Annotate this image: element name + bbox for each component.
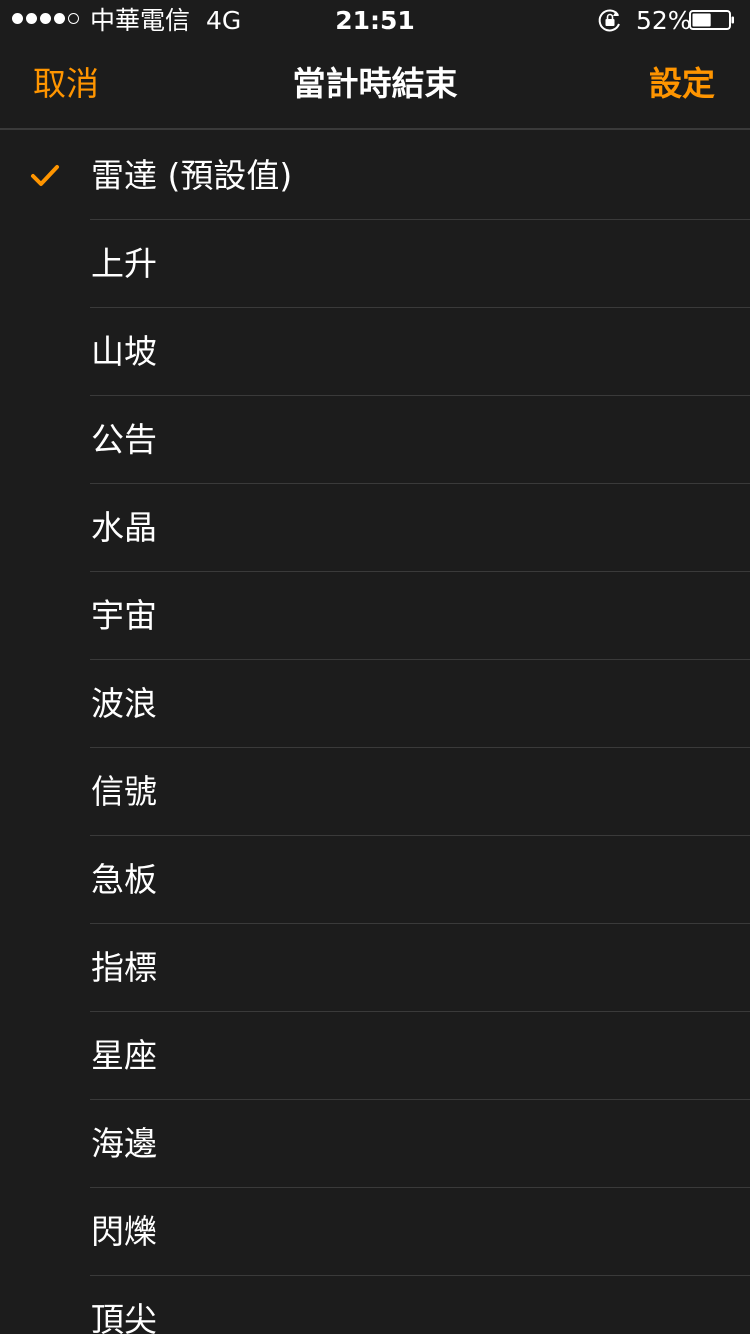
sound-option-hillside[interactable]: 山坡 <box>0 308 750 396</box>
sound-option-radar[interactable]: 雷達 (預設值) <box>0 132 750 220</box>
sound-option-rise[interactable]: 上升 <box>0 220 750 308</box>
status-bar: 中華電信 4G 21:51 52% <box>0 0 750 40</box>
navigation-bar: 取消 當計時結束 設定 <box>0 40 750 130</box>
checkmark-icon <box>31 165 59 186</box>
sound-option-signal[interactable]: 信號 <box>0 748 750 836</box>
sound-option-label: 水晶 <box>91 508 157 547</box>
sound-option-label: 閃爍 <box>91 1212 157 1251</box>
sound-list: 雷達 (預設值) 上升 山坡 公告 水晶 宇宙 波浪 信號 急板 指標 星座 海… <box>0 132 750 1334</box>
sound-option-label: 頂尖 <box>91 1300 157 1334</box>
set-button[interactable]: 設定 <box>649 62 715 106</box>
sound-option-label: 信號 <box>91 772 157 811</box>
sound-option-label: 星座 <box>91 1036 157 1075</box>
sound-option-beacon[interactable]: 指標 <box>0 924 750 1012</box>
sound-option-label: 公告 <box>91 420 157 459</box>
battery-icon <box>689 10 734 30</box>
sound-option-presto[interactable]: 急板 <box>0 836 750 924</box>
sound-option-by-the-sea[interactable]: 海邊 <box>0 1100 750 1188</box>
sound-option-label: 海邊 <box>91 1124 157 1163</box>
sound-option-label: 宇宙 <box>91 596 157 635</box>
sound-option-label: 波浪 <box>91 684 157 723</box>
sound-option-label: 指標 <box>91 948 157 987</box>
sound-option-summit[interactable]: 頂尖 <box>0 1276 750 1334</box>
sound-option-label: 上升 <box>91 244 157 283</box>
sound-option-label: 山坡 <box>91 332 157 371</box>
sound-option-label: 雷達 (預設值) <box>91 156 293 195</box>
battery-percent: 52% <box>636 6 692 35</box>
sound-option-cosmic[interactable]: 宇宙 <box>0 572 750 660</box>
sound-option-label: 急板 <box>91 860 157 899</box>
rotation-lock-icon <box>598 9 620 32</box>
sound-option-announcement[interactable]: 公告 <box>0 396 750 484</box>
sound-option-crystal[interactable]: 水晶 <box>0 484 750 572</box>
page-title: 當計時結束 <box>292 64 458 103</box>
sound-option-waves[interactable]: 波浪 <box>0 660 750 748</box>
sound-option-twinkle[interactable]: 閃爍 <box>0 1188 750 1276</box>
sound-option-constellation[interactable]: 星座 <box>0 1012 750 1100</box>
